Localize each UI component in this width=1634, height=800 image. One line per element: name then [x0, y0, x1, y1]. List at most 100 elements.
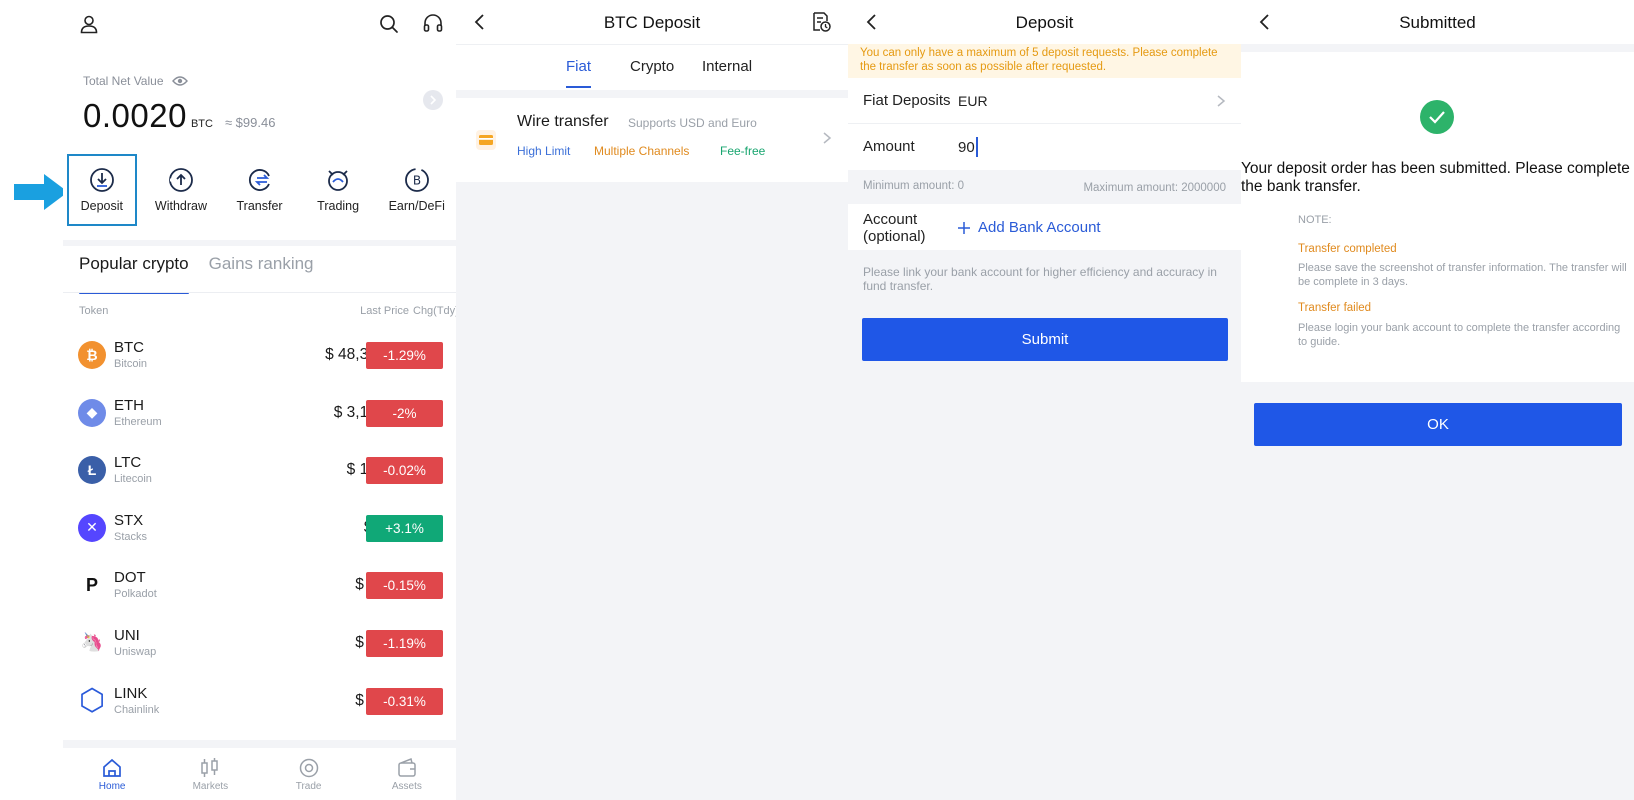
- btc-deposit-screen: BTC Deposit Fiat Crypto Internal Wire tr…: [456, 0, 848, 800]
- guide-arrow-icon: [14, 174, 68, 210]
- section-divider: [63, 240, 456, 246]
- coin-row-btc[interactable]: ₿BTCBitcoin$ 48,304.63-1.29%: [63, 326, 456, 384]
- tab-gains-ranking[interactable]: Gains ranking: [209, 252, 314, 292]
- nav-trade[interactable]: Trade: [260, 748, 358, 800]
- card-icon: [476, 130, 496, 150]
- btc-coin-icon: ₿: [78, 341, 106, 369]
- coin-symbol: DOT: [114, 569, 146, 587]
- coin-row-stx[interactable]: ✕STXStacks$ 1.46+3.1%: [63, 499, 456, 557]
- eye-icon[interactable]: [171, 75, 188, 87]
- deposit-type-tabs: Fiat Crypto Internal: [456, 44, 848, 90]
- submit-button[interactable]: Submit: [862, 318, 1228, 361]
- account-row: Account (optional) Add Bank Account: [848, 204, 1241, 250]
- coin-row-uni[interactable]: 🦄UNIUniswap$ 26.62-1.19%: [63, 614, 456, 672]
- trading-button[interactable]: Trading: [299, 154, 378, 226]
- transfer-failed-text: Please login your bank account to comple…: [1298, 322, 1621, 348]
- deposit-limit-notice: You can only have a maximum of 5 deposit…: [848, 44, 1241, 78]
- page-title: BTC Deposit: [603, 13, 701, 32]
- wire-transfer-option[interactable]: Wire transfer Supports USD and Euro High…: [456, 98, 848, 182]
- uni-coin-icon: 🦄: [78, 628, 106, 657]
- deposit-button[interactable]: Deposit: [67, 154, 137, 226]
- total-value-unit: BTC: [190, 118, 213, 130]
- quick-actions: Deposit Withdraw Transfer Trading B Earn…: [63, 154, 456, 226]
- header: BTC Deposit: [456, 0, 848, 44]
- tab-internal[interactable]: Internal: [702, 58, 752, 75]
- coin-row-dot[interactable]: PDOTPolkadot$ 25.93-0.15%: [63, 556, 456, 614]
- market-tabs: Popular crypto Gains ranking: [79, 252, 314, 294]
- add-bank-account-label: Add Bank Account: [978, 219, 1101, 236]
- nav-assets[interactable]: Assets: [358, 748, 456, 800]
- coin-row-eth[interactable]: ◆ETHEthereum$ 3,183.23-2%: [63, 384, 456, 442]
- nav-label: Assets: [391, 780, 422, 792]
- submission-card: Your deposit order has been submitted. P…: [1241, 52, 1634, 382]
- tag-multiple-channels: Multiple Channels: [594, 144, 690, 158]
- coin-row-ltc[interactable]: ŁLTCLitecoin$ 175.47-0.02%: [63, 441, 456, 499]
- wallet-icon: [398, 757, 416, 777]
- submitted-screen: Submitted Your deposit order has been su…: [1241, 0, 1634, 800]
- account-label: Account (optional): [863, 211, 926, 245]
- total-net-value-text: Total Net Value: [83, 74, 164, 88]
- amount-label: Amount: [863, 138, 915, 155]
- success-check-icon: [1420, 100, 1454, 134]
- coin-name: Polkadot: [114, 588, 157, 601]
- wire-transfer-title: Wire transfer: [517, 113, 609, 130]
- transfer-button[interactable]: Transfer: [220, 154, 299, 226]
- coin-row-link[interactable]: ⬡LINKChainlink$ 25.66-0.31%: [63, 672, 456, 730]
- withdraw-button[interactable]: Withdraw: [142, 154, 221, 226]
- change-badge: +3.1%: [366, 514, 443, 542]
- chevron-right-icon[interactable]: [423, 90, 443, 110]
- change-badge: -2%: [366, 399, 443, 427]
- column-header-change: Chg(Tdy): [413, 305, 456, 317]
- add-bank-account-button[interactable]: Add Bank Account: [958, 219, 1101, 236]
- dot-coin-icon: P: [78, 571, 106, 600]
- amount-row: Amount: [848, 124, 1241, 170]
- total-net-value-label: Total Net Value: [83, 74, 188, 88]
- bottom-divider: [63, 740, 456, 748]
- history-icon[interactable]: [810, 11, 832, 33]
- user-icon[interactable]: [75, 10, 103, 38]
- coin-name: Ethereum: [114, 415, 162, 428]
- total-value-approx: ≈ $99.46: [224, 115, 276, 130]
- action-label: Trading: [317, 199, 360, 213]
- account-label-line2: (optional): [863, 228, 926, 245]
- transfer-completed-title: Transfer completed: [1298, 243, 1397, 255]
- coin-name: Stacks: [114, 530, 148, 543]
- nav-home[interactable]: Home: [63, 748, 161, 800]
- withdraw-icon: [169, 168, 193, 192]
- deposit-form-screen: Deposit You can only have a maximum of 5…: [848, 0, 1241, 800]
- earn-icon: B: [404, 168, 429, 192]
- change-badge: -1.19%: [366, 629, 443, 657]
- note-label: NOTE:: [1298, 214, 1332, 226]
- search-icon[interactable]: [375, 10, 403, 38]
- fiat-currency-value: EUR: [958, 93, 988, 109]
- markets-icon: [201, 757, 219, 777]
- column-header-token: Token: [79, 305, 109, 317]
- headset-icon[interactable]: [419, 10, 447, 38]
- trading-icon: [328, 170, 349, 191]
- coin-symbol: LTC: [114, 454, 142, 472]
- action-label: Earn/DeFi: [388, 199, 445, 213]
- column-header-price: Last Price: [360, 305, 409, 317]
- tab-popular-crypto[interactable]: Popular crypto: [79, 252, 189, 294]
- svg-text:B: B: [413, 174, 421, 188]
- chevron-right-icon: [1217, 95, 1226, 107]
- tab-fiat[interactable]: Fiat: [566, 58, 592, 88]
- ltc-coin-icon: Ł: [78, 456, 106, 485]
- nav-label: Markets: [192, 780, 229, 792]
- nav-markets[interactable]: Markets: [161, 748, 259, 800]
- earn-defi-button[interactable]: B Earn/DeFi: [377, 154, 456, 226]
- change-badge: -0.02%: [366, 457, 443, 485]
- nav-label: Home: [98, 780, 126, 792]
- plus-icon: [958, 221, 970, 234]
- tab-crypto[interactable]: Crypto: [630, 58, 674, 75]
- change-badge: -1.29%: [366, 342, 443, 369]
- amount-input[interactable]: [958, 136, 1158, 158]
- home-header: Total Net Value 0.0020 BTC ≈ $99.46 Depo…: [63, 0, 456, 240]
- fiat-deposits-selector[interactable]: Fiat Deposits EUR: [848, 78, 1241, 124]
- trade-icon: [299, 758, 318, 777]
- action-label: Deposit: [80, 199, 124, 213]
- nav-label: Trade: [295, 780, 322, 792]
- tag-fee-free: Fee-free: [720, 144, 766, 158]
- stx-coin-icon: ✕: [78, 513, 106, 542]
- ok-button[interactable]: OK: [1254, 403, 1622, 446]
